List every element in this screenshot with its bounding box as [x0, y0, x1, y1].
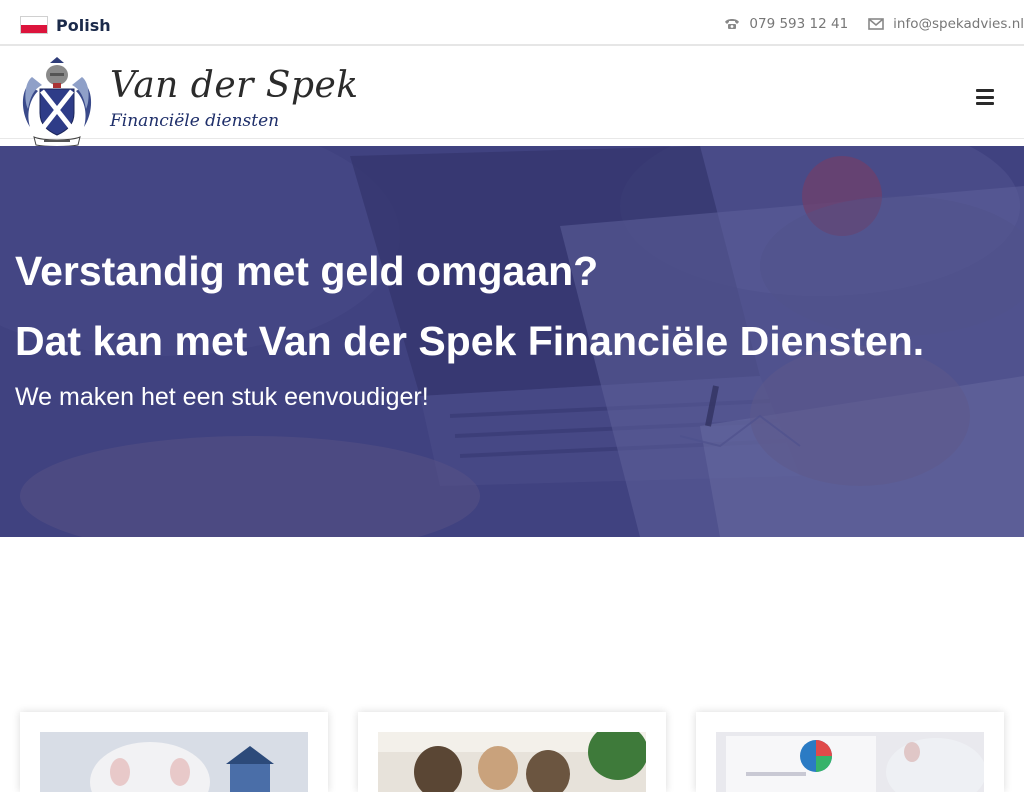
hamburger-menu-icon[interactable] [976, 89, 994, 105]
phone-icon [724, 18, 740, 30]
family-consultation-photo [378, 732, 646, 792]
home-logo-link[interactable]: Van der Spek Financiële diensten [20, 55, 359, 147]
service-card-2[interactable] [358, 712, 666, 792]
poland-flag-icon [20, 16, 48, 34]
service-card-1[interactable] [20, 712, 328, 792]
hero-subtitle: We maken het een stuk eenvoudiger! [15, 383, 429, 411]
crest-logo [22, 57, 92, 147]
email-link[interactable]: info@spekadvies.nl [868, 16, 1024, 32]
phone-number: 079 593 12 41 [749, 16, 849, 32]
site-header: Van der Spek Financiële diensten [0, 47, 1024, 147]
piggy-bank-house-photo [40, 732, 308, 792]
brand-name: Van der Spek [110, 65, 359, 106]
top-bar: Polish 079 593 12 41 info@spekadvies.nl [0, 0, 1024, 46]
hero-banner: Verstandig met geld omgaan? Dat kan met … [0, 146, 1024, 537]
service-card-3[interactable] [696, 712, 1004, 792]
finance-report-piggy-bank-photo [716, 732, 984, 792]
brand-subtitle: Financiële diensten [110, 111, 280, 131]
phone-link[interactable]: 079 593 12 41 [724, 16, 848, 32]
contact-info: 079 593 12 41 info@spekadvies.nl [724, 14, 1024, 34]
hero-title-line2: Dat kan met Van der Spek Financiële Dien… [15, 318, 925, 364]
email-address: info@spekadvies.nl [893, 16, 1024, 32]
language-switcher[interactable]: Polish [20, 14, 111, 36]
hero-title-line1: Verstandig met geld omgaan? [15, 248, 599, 294]
mail-icon [868, 18, 884, 30]
language-label: Polish [56, 15, 111, 35]
